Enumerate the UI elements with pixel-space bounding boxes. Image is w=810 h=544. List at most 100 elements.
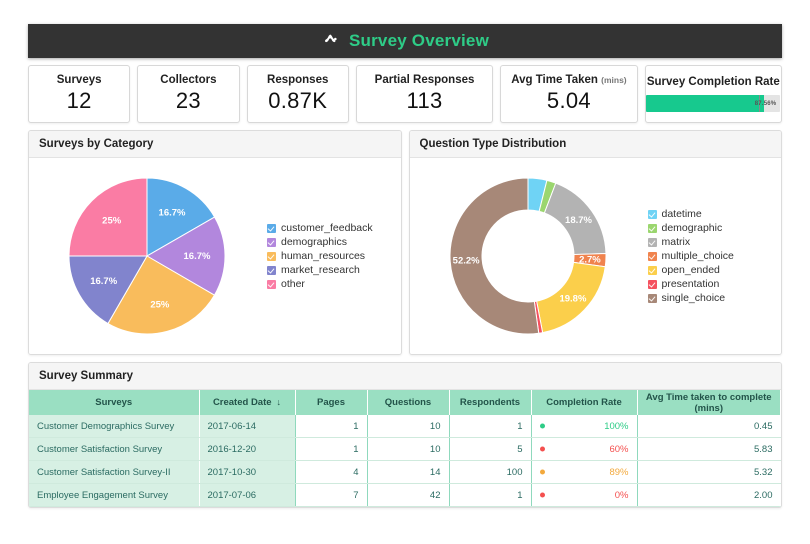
legend-label: matrix bbox=[662, 236, 691, 248]
cell-pages: 1 bbox=[295, 415, 367, 438]
cell-survey-name: Employee Engagement Survey bbox=[29, 484, 199, 507]
column-header-created-date[interactable]: Created Date↓ bbox=[199, 390, 295, 415]
kpi-value-avg-time-taken: 5.04 bbox=[547, 88, 591, 114]
charts-row: Surveys by Category 16.7%16.7%25%16.7%25… bbox=[28, 130, 782, 355]
cell-avg-time: 2.00 bbox=[637, 484, 781, 507]
slice-label-other: 25% bbox=[102, 216, 122, 227]
table-body: Customer Demographics Survey2017-06-1411… bbox=[29, 415, 781, 507]
legend-label: other bbox=[281, 278, 305, 290]
legend-swatch-icon bbox=[648, 252, 657, 261]
column-header-completion-rate[interactable]: Completion Rate bbox=[531, 390, 637, 415]
table-header-row: Surveys Created Date↓ Pages Questions Re… bbox=[29, 390, 781, 415]
dashboard-root: Survey Overview Surveys 12 Collectors 23… bbox=[28, 24, 782, 524]
legend-label: demographic bbox=[662, 222, 723, 234]
table-row[interactable]: Employee Engagement Survey2017-07-067421… bbox=[29, 484, 781, 507]
cell-pages: 7 bbox=[295, 484, 367, 507]
cell-created-date: 2017-07-06 bbox=[199, 484, 295, 507]
legend-item-customer-feedback[interactable]: customer_feedback bbox=[267, 222, 401, 234]
legend-item-demographic[interactable]: demographic bbox=[648, 222, 782, 234]
pie-legend: customer_feedback demographics human_resou… bbox=[265, 222, 401, 290]
legend-item-multiple-choice[interactable]: multiple_choice bbox=[648, 250, 782, 262]
completion-rate-value: 89% bbox=[609, 467, 628, 478]
cell-pages: 4 bbox=[295, 461, 367, 484]
legend-swatch-icon bbox=[648, 294, 657, 303]
legend-swatch-icon bbox=[267, 252, 276, 261]
cell-avg-time: 5.83 bbox=[637, 438, 781, 461]
slice-label-single-choice: 52.2% bbox=[452, 255, 479, 266]
table-row[interactable]: Customer Demographics Survey2017-06-1411… bbox=[29, 415, 781, 438]
kpi-unit-avg-time-taken: (mins) bbox=[601, 75, 627, 85]
slice-label-human-resources: 25% bbox=[150, 299, 170, 310]
kpi-value-collectors: 23 bbox=[176, 88, 201, 114]
panel-body-question-type-distribution: 18.7%2.7%19.8%52.2% datetimedemographicm… bbox=[410, 158, 782, 354]
completion-rate-value: 100% bbox=[604, 421, 628, 432]
status-dot-icon bbox=[540, 447, 545, 452]
kpi-card-responses: Responses 0.87K bbox=[247, 65, 349, 123]
kpi-row: Surveys 12 Collectors 23 Responses 0.87K… bbox=[28, 65, 782, 123]
slice-label-demographics: 16.7% bbox=[184, 251, 211, 262]
completion-rate-gauge: 87.56% bbox=[646, 95, 780, 112]
cell-questions: 10 bbox=[367, 415, 449, 438]
kpi-card-completion-rate: Survey Completion Rate 87.56% bbox=[645, 65, 782, 123]
cell-completion-rate: 60% bbox=[531, 438, 637, 461]
legend-item-single-choice[interactable]: single_choice bbox=[648, 292, 782, 304]
legend-item-human-resources[interactable]: human_resources bbox=[267, 250, 401, 262]
column-header-avg-time[interactable]: Avg Time taken to complete (mins) bbox=[637, 390, 781, 415]
legend-swatch-icon bbox=[267, 280, 276, 289]
legend-label: human_resources bbox=[281, 250, 365, 262]
legend-item-other[interactable]: other bbox=[267, 278, 401, 290]
legend-swatch-icon bbox=[267, 224, 276, 233]
legend-item-demographics[interactable]: demographics bbox=[267, 236, 401, 248]
legend-label: presentation bbox=[662, 278, 720, 290]
kpi-label-surveys: Surveys bbox=[57, 74, 102, 86]
legend-swatch-icon bbox=[648, 224, 657, 233]
legend-label: open_ended bbox=[662, 264, 720, 276]
kpi-card-partial-responses: Partial Responses 113 bbox=[356, 65, 493, 123]
completion-rate-value: 0% bbox=[615, 490, 629, 501]
column-header-questions[interactable]: Questions bbox=[367, 390, 449, 415]
table-row[interactable]: Customer Satisfaction Survey2016-12-2011… bbox=[29, 438, 781, 461]
legend-label: customer_feedback bbox=[281, 222, 373, 234]
legend-item-matrix[interactable]: matrix bbox=[648, 236, 782, 248]
cell-questions: 14 bbox=[367, 461, 449, 484]
panel-question-type-distribution: Question Type Distribution 18.7%2.7%19.8… bbox=[409, 130, 783, 355]
column-header-surveys[interactable]: Surveys bbox=[29, 390, 199, 415]
cell-survey-name: Customer Demographics Survey bbox=[29, 415, 199, 438]
cell-questions: 10 bbox=[367, 438, 449, 461]
status-dot-icon bbox=[540, 493, 545, 498]
kpi-label-completion-rate: Survey Completion Rate bbox=[647, 76, 780, 88]
cell-respondents: 5 bbox=[449, 438, 531, 461]
table-row[interactable]: Customer Satisfaction Survey-II2017-10-3… bbox=[29, 461, 781, 484]
donut-chart-question-type: 18.7%2.7%19.8%52.2% bbox=[410, 158, 646, 354]
app-header: Survey Overview bbox=[28, 24, 782, 58]
table-header: Surveys Created Date↓ Pages Questions Re… bbox=[29, 390, 781, 415]
kpi-label-collectors: Collectors bbox=[160, 74, 216, 86]
survey-summary-table: Surveys Created Date↓ Pages Questions Re… bbox=[29, 390, 781, 507]
completion-rate-value: 60% bbox=[609, 444, 628, 455]
slice-label-customer-feedback: 16.7% bbox=[159, 208, 186, 219]
legend-item-open-ended[interactable]: open_ended bbox=[648, 264, 782, 276]
cell-pages: 1 bbox=[295, 438, 367, 461]
legend-swatch-icon bbox=[267, 238, 276, 247]
legend-label: datetime bbox=[662, 208, 702, 220]
kpi-label-responses: Responses bbox=[267, 74, 328, 86]
kpi-card-avg-time-taken: Avg Time Taken (mins) 5.04 bbox=[500, 65, 637, 123]
legend-swatch-icon bbox=[648, 280, 657, 289]
column-header-pages[interactable]: Pages bbox=[295, 390, 367, 415]
column-header-respondents[interactable]: Respondents bbox=[449, 390, 531, 415]
slice-label-open-ended: 19.8% bbox=[559, 294, 586, 305]
legend-swatch-icon bbox=[267, 266, 276, 275]
panel-survey-summary: Survey Summary Surveys Created Date↓ Pag… bbox=[28, 362, 782, 508]
legend-label: multiple_choice bbox=[662, 250, 734, 262]
legend-item-market-research[interactable]: market_research bbox=[267, 264, 401, 276]
legend-item-datetime[interactable]: datetime bbox=[648, 208, 782, 220]
legend-label: market_research bbox=[281, 264, 360, 276]
cell-questions: 42 bbox=[367, 484, 449, 507]
cell-respondents: 1 bbox=[449, 415, 531, 438]
kpi-card-collectors: Collectors 23 bbox=[137, 65, 239, 123]
cell-created-date: 2016-12-20 bbox=[199, 438, 295, 461]
arch-logo-icon bbox=[321, 31, 341, 51]
legend-label: single_choice bbox=[662, 292, 726, 304]
sort-descending-icon[interactable]: ↓ bbox=[277, 397, 282, 407]
legend-item-presentation[interactable]: presentation bbox=[648, 278, 782, 290]
